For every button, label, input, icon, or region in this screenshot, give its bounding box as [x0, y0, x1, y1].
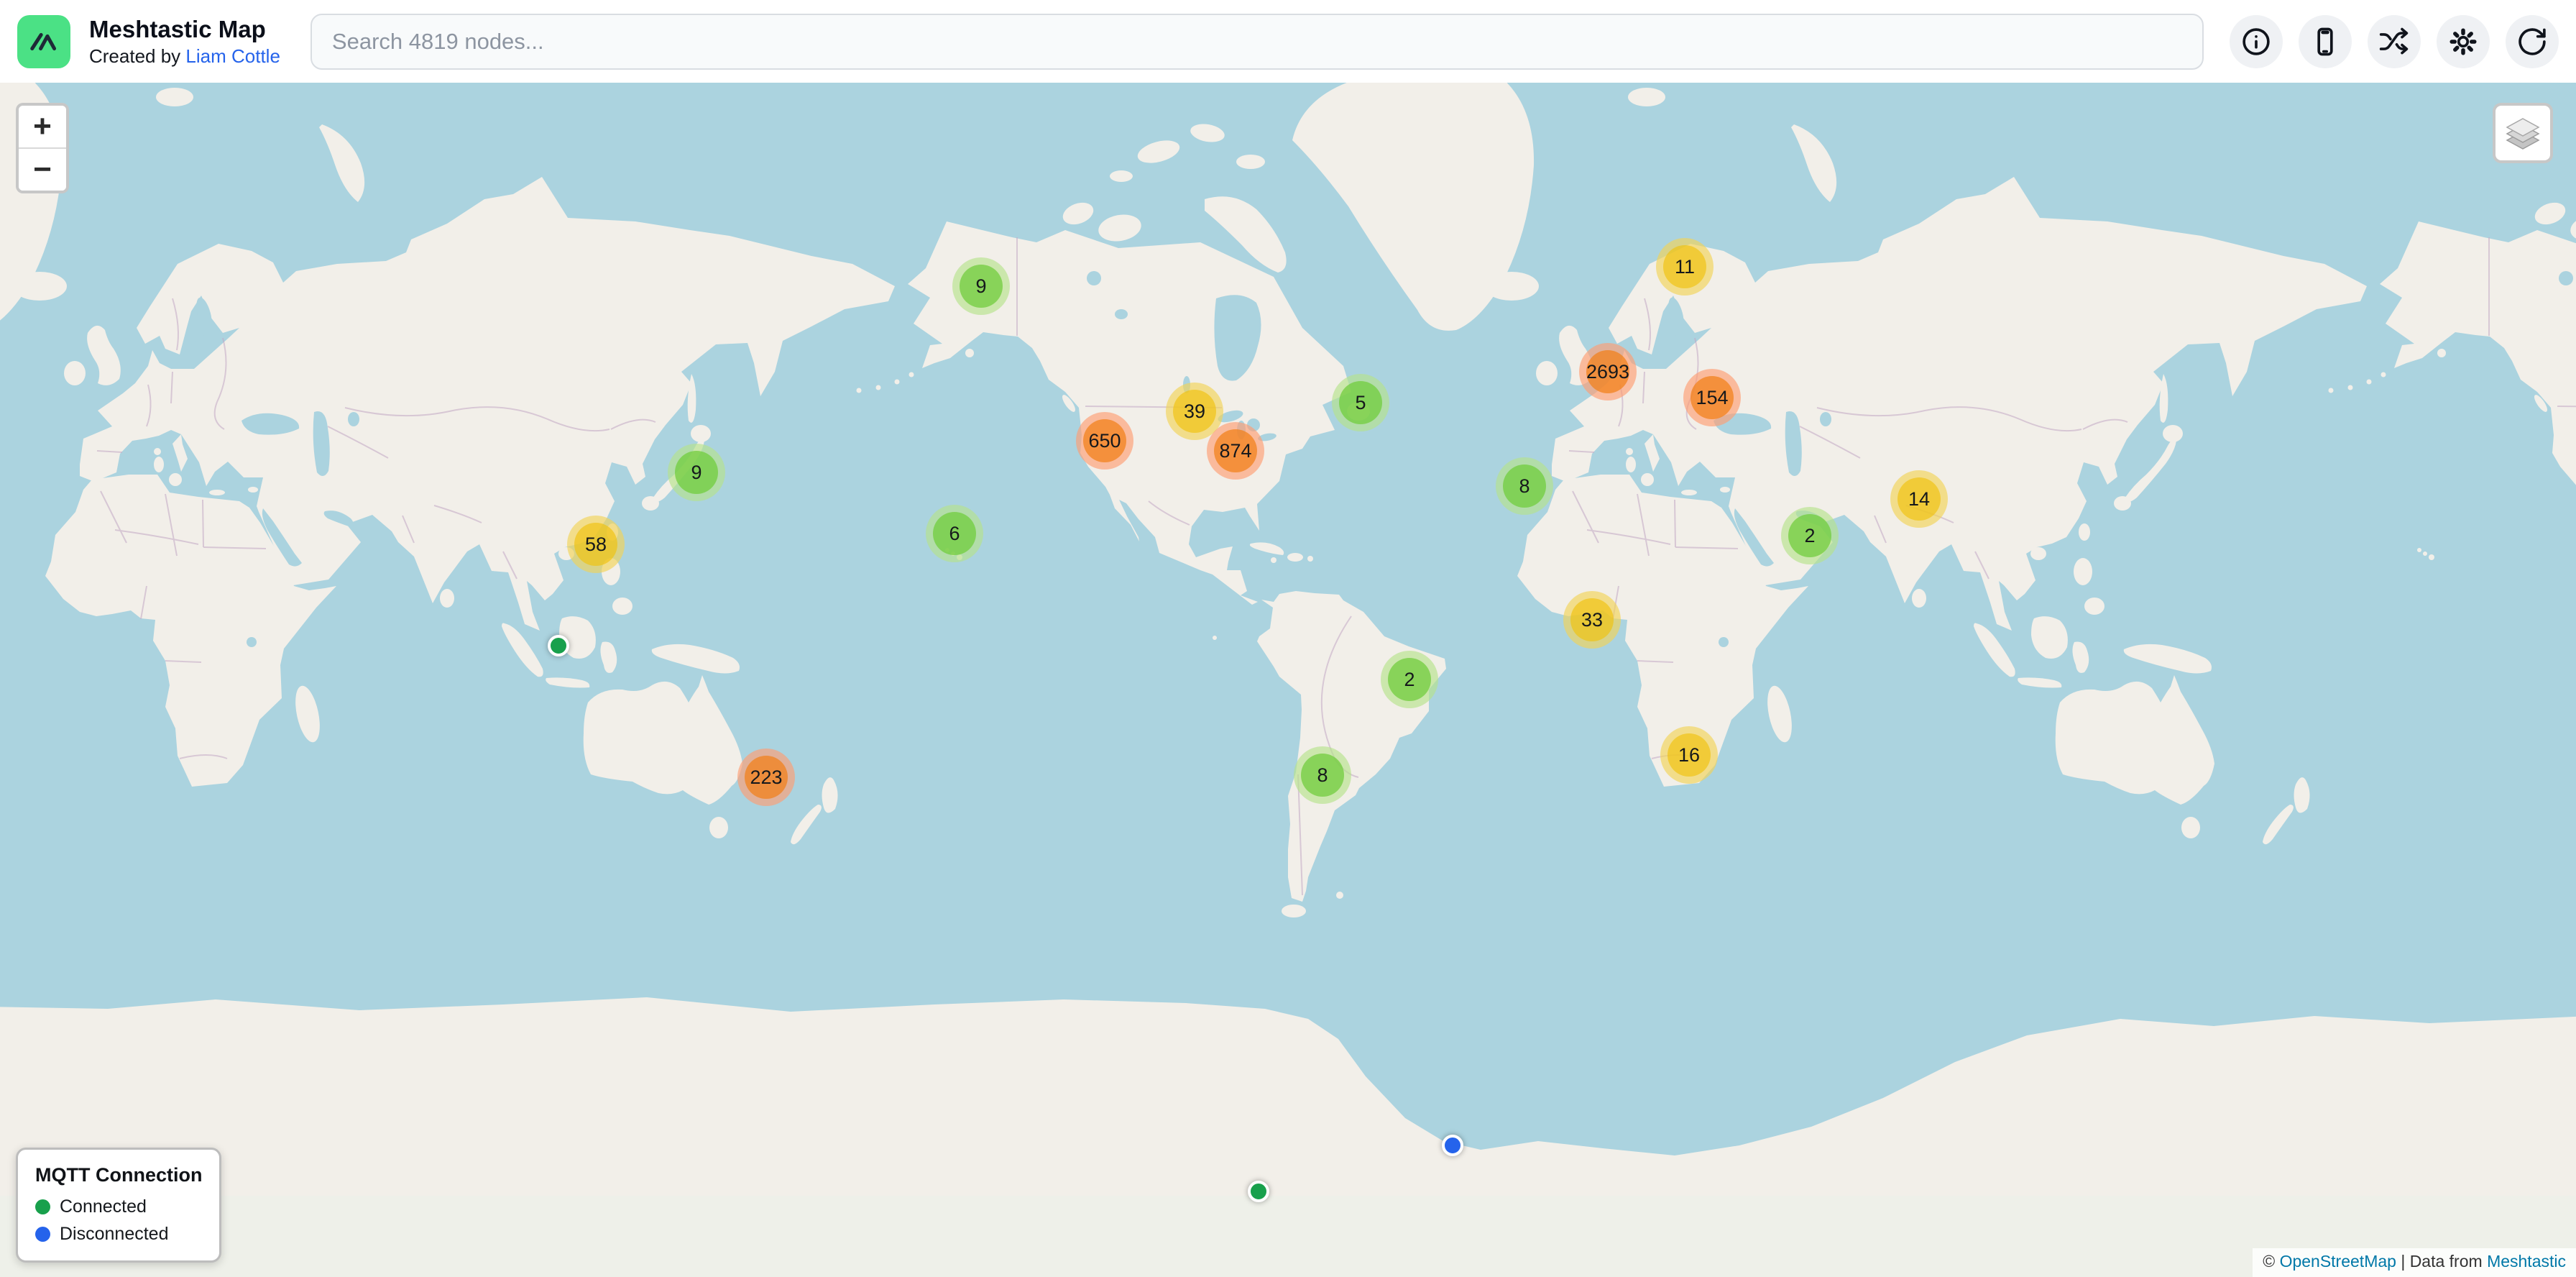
mqtt-legend: MQTT Connection Connected Disconnected: [16, 1148, 221, 1263]
node-marker-disconnected[interactable]: [1442, 1135, 1463, 1156]
cluster-count: 8: [1519, 475, 1530, 498]
node-marker-connected[interactable]: [548, 635, 569, 656]
disconnected-dot-icon: [35, 1227, 50, 1242]
map-cluster-small[interactable]: 2: [1781, 507, 1839, 564]
legend-item-disconnected: Disconnected: [35, 1224, 202, 1245]
random-node-button[interactable]: [2368, 15, 2421, 68]
cluster-count: 650: [1088, 430, 1121, 452]
map-cluster-large[interactable]: 874: [1207, 422, 1264, 480]
refresh-icon: [2516, 26, 2548, 58]
map-cluster-medium[interactable]: 58: [567, 516, 625, 573]
cluster-count: 11: [1675, 256, 1695, 278]
map-cluster-small[interactable]: 9: [952, 257, 1010, 315]
layers-control[interactable]: [2493, 103, 2553, 163]
map-tiles: [0, 83, 2576, 1277]
map-cluster-large[interactable]: 650: [1076, 412, 1133, 470]
cluster-count: 2: [1804, 525, 1815, 547]
cluster-count: 2: [1404, 669, 1414, 691]
legend-label: Connected: [60, 1196, 147, 1217]
cluster-count: 33: [1581, 609, 1603, 631]
node-marker-connected[interactable]: [1248, 1181, 1269, 1202]
map-cluster-small[interactable]: 6: [926, 505, 983, 562]
cluster-count: 6: [949, 523, 960, 545]
cluster-count: 5: [1355, 392, 1366, 414]
cluster-count: 223: [750, 766, 782, 789]
cluster-count: 9: [691, 462, 702, 484]
zoom-in-button[interactable]: +: [19, 106, 66, 147]
meshtastic-link[interactable]: Meshtastic: [2487, 1252, 2566, 1271]
connected-dot-icon: [35, 1199, 50, 1214]
map-attribution: © OpenStreetMap | Data from Meshtastic: [2253, 1248, 2576, 1277]
layers-icon: [2503, 113, 2543, 153]
app-header: Meshtastic Map Created by Liam Cottle: [0, 0, 2576, 83]
mobile-app-button[interactable]: [2299, 15, 2352, 68]
legend-label: Disconnected: [60, 1224, 168, 1245]
map-cluster-medium[interactable]: 11: [1656, 238, 1714, 296]
smartphone-icon: [2309, 26, 2341, 58]
cluster-count: 39: [1184, 401, 1205, 423]
cluster-count: 9: [975, 275, 986, 298]
map-cluster-medium[interactable]: 16: [1660, 726, 1718, 784]
gear-icon: [2447, 26, 2479, 58]
legend-item-connected: Connected: [35, 1196, 202, 1217]
meshtastic-logo-icon: [17, 15, 70, 68]
map-cluster-large[interactable]: 2693: [1579, 343, 1637, 401]
refresh-button[interactable]: [2506, 15, 2559, 68]
page-subtitle: Created by Liam Cottle: [89, 46, 280, 68]
map-cluster-small[interactable]: 5: [1332, 374, 1389, 431]
zoom-out-button[interactable]: −: [19, 147, 66, 191]
cluster-count: 58: [585, 534, 607, 556]
cluster-count: 16: [1678, 744, 1700, 766]
cluster-count: 874: [1219, 440, 1251, 462]
map-cluster-small[interactable]: 9: [668, 444, 725, 501]
settings-button[interactable]: [2437, 15, 2490, 68]
info-button[interactable]: [2230, 15, 2283, 68]
cluster-count: 14: [1908, 488, 1930, 511]
author-link[interactable]: Liam Cottle: [185, 45, 280, 67]
header-buttons: [2230, 15, 2559, 68]
map-cluster-small[interactable]: 2: [1381, 651, 1438, 708]
map-cluster-medium[interactable]: 14: [1890, 470, 1948, 528]
world-map[interactable]: 911269315439650874589142586332822316 + −…: [0, 83, 2576, 1277]
cluster-count: 8: [1317, 764, 1328, 787]
map-cluster-small[interactable]: 8: [1294, 746, 1351, 804]
cluster-count: 154: [1696, 387, 1728, 409]
map-cluster-medium[interactable]: 33: [1563, 591, 1621, 649]
legend-title: MQTT Connection: [35, 1164, 202, 1186]
zoom-control: + −: [16, 103, 69, 193]
shuffle-icon: [2378, 26, 2410, 58]
osm-link[interactable]: OpenStreetMap: [2280, 1252, 2396, 1271]
map-cluster-large[interactable]: 223: [737, 749, 795, 806]
app-titles: Meshtastic Map Created by Liam Cottle: [89, 16, 280, 68]
search-input[interactable]: [310, 14, 2204, 70]
map-cluster-large[interactable]: 154: [1683, 369, 1741, 426]
cluster-count: 2693: [1586, 361, 1629, 383]
page-title: Meshtastic Map: [89, 16, 280, 43]
info-icon: [2240, 26, 2272, 58]
map-cluster-small[interactable]: 8: [1496, 457, 1553, 515]
